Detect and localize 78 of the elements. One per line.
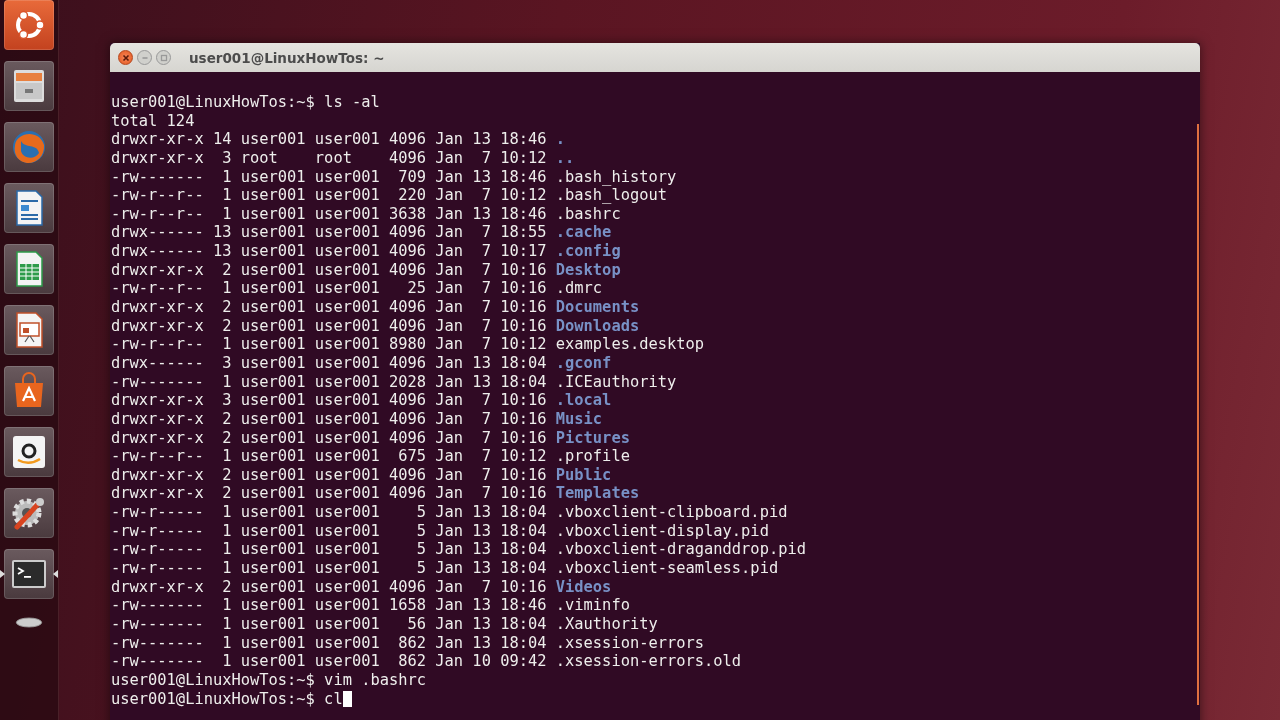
close-button[interactable] [118, 50, 133, 65]
file-details: -rw------- 1 user001 user001 56 Jan 13 18:04 [111, 614, 547, 633]
file-name: .viminfo [555, 596, 630, 615]
file-details: drwxr-xr-x 2 user001 user001 4096 Jan 7 10:16 [111, 298, 547, 317]
directory-name: Documents [555, 298, 640, 317]
file-name: .xsession-errors.old [555, 652, 742, 671]
directory-name: Pictures [555, 428, 630, 447]
shopping-launcher[interactable] [4, 427, 54, 477]
file-details: -rw------- 1 user001 user001 2028 Jan 13 18:04 [111, 372, 547, 391]
file-details: -rw------- 1 user001 user001 709 Jan 13 18:46 [111, 167, 547, 186]
file-details: drwxr-xr-x 14 user001 user001 4096 Jan 13 18:46 [111, 130, 547, 149]
file-details: drwx------ 13 user001 user001 4096 Jan 7 18:55 [111, 223, 547, 242]
file-details: -rw-r--r-- 1 user001 user001 3638 Jan 13 18:46 [111, 204, 547, 223]
directory-name: Public [555, 465, 612, 484]
text-cursor [342, 690, 352, 707]
file-details: drwx------ 13 user001 user001 4096 Jan 7 10:17 [111, 242, 547, 261]
command-line[interactable]: user001@LinuxHowTos:~$ cl [111, 689, 343, 708]
file-details: -rw-r----- 1 user001 user001 5 Jan 13 18:04 [111, 559, 547, 577]
file-name: .vboxclient-draganddrop.pid [555, 540, 806, 559]
file-details: -rw------- 1 user001 user001 1658 Jan 13 18:46 [111, 596, 547, 615]
file-details: drwxr-xr-x 2 user001 user001 4096 Jan 7 10:16 [111, 316, 547, 335]
file-details: -rw-r----- 1 user001 user001 5 Jan 13 18:04 [111, 540, 547, 559]
file-name: .vboxclient-seamless.pid [555, 559, 779, 577]
file-details: drwxr-xr-x 3 root root 4096 Jan 7 10:12 [111, 148, 547, 167]
spreadsheet-launcher[interactable] [4, 244, 54, 294]
settings-launcher[interactable] [4, 488, 54, 538]
browser-launcher[interactable] [4, 122, 54, 172]
close-icon [120, 52, 131, 63]
file-details: -rw-r--r-- 1 user001 user001 25 Jan 7 10:16 [111, 279, 547, 298]
directory-name: Desktop [555, 260, 621, 279]
scrollbar[interactable] [1197, 124, 1199, 705]
file-details: drwxr-xr-x 2 user001 user001 4096 Jan 7 10:16 [111, 484, 547, 503]
file-name: .vboxclient-clipboard.pid [555, 503, 788, 522]
file-name: .Xauthority [555, 614, 658, 633]
file-name: examples.desktop [555, 335, 705, 354]
file-details: -rw------- 1 user001 user001 862 Jan 13 18:04 [111, 633, 547, 652]
file-details: drwx------ 3 user001 user001 4096 Jan 13 18:04 [111, 353, 547, 372]
file-details: -rw-r--r-- 1 user001 user001 220 Jan 7 10:12 [111, 186, 547, 205]
directory-name: Downloads [555, 316, 640, 335]
command-line: user001@LinuxHowTos:~$ ls -al [111, 93, 380, 111]
directory-name: Music [555, 409, 603, 428]
file-name: .xsession-errors [555, 633, 705, 652]
file-details: drwxr-xr-x 2 user001 user001 4096 Jan 7 10:16 [111, 465, 547, 484]
directory-name: .cache [555, 223, 612, 242]
file-details: drwxr-xr-x 2 user001 user001 4096 Jan 7 10:16 [111, 428, 547, 447]
shopping-bag-launcher[interactable] [4, 366, 54, 416]
dash-button[interactable] [4, 0, 54, 50]
file-details: -rw-r----- 1 user001 user001 5 Jan 13 18:04 [111, 521, 547, 540]
directory-name: . [555, 130, 566, 149]
directory-name: .local [555, 391, 612, 410]
file-details: -rw-r--r-- 1 user001 user001 8980 Jan 7 10:12 [111, 335, 547, 354]
file-name: .bash_logout [555, 186, 667, 205]
file-details: -rw-r--r-- 1 user001 user001 675 Jan 7 10:12 [111, 447, 547, 466]
file-name: .vboxclient-display.pid [555, 521, 769, 540]
directory-name: .. [555, 148, 575, 167]
window-title: user001@LinuxHowTos: ~ [189, 49, 385, 66]
command-line: user001@LinuxHowTos:~$ vim .bashrc [111, 670, 427, 689]
file-details: drwxr-xr-x 3 user001 user001 4096 Jan 7 10:16 [111, 391, 547, 410]
file-details: drwxr-xr-x 2 user001 user001 4096 Jan 7 10:16 [111, 260, 547, 279]
directory-name: Videos [555, 577, 612, 596]
file-name: .ICEauthority [555, 372, 677, 391]
directory-name: Templates [555, 484, 640, 503]
file-name: .bash_history [555, 167, 677, 186]
file-details: -rw------- 1 user001 user001 862 Jan 10 09:42 [111, 652, 547, 671]
terminal-launcher[interactable] [4, 549, 54, 599]
file-details: -rw-r----- 1 user001 user001 5 Jan 13 18:04 [111, 503, 547, 522]
file-details: drwxr-xr-x 2 user001 user001 4096 Jan 7 10:16 [111, 409, 547, 428]
directory-name: .gconf [555, 353, 612, 372]
directory-name: .config [555, 242, 621, 261]
document-launcher[interactable] [4, 183, 54, 233]
file-cabinet-launcher[interactable] [4, 61, 54, 111]
presentation-launcher[interactable] [4, 305, 54, 355]
file-details: drwxr-xr-x 2 user001 user001 4096 Jan 7 10:16 [111, 577, 547, 596]
file-name: .dmrc [555, 279, 603, 298]
output-text: total 124 [111, 111, 195, 130]
file-name: .profile [555, 447, 630, 466]
file-name: .bashrc [555, 204, 621, 223]
maximize-icon [158, 52, 169, 63]
